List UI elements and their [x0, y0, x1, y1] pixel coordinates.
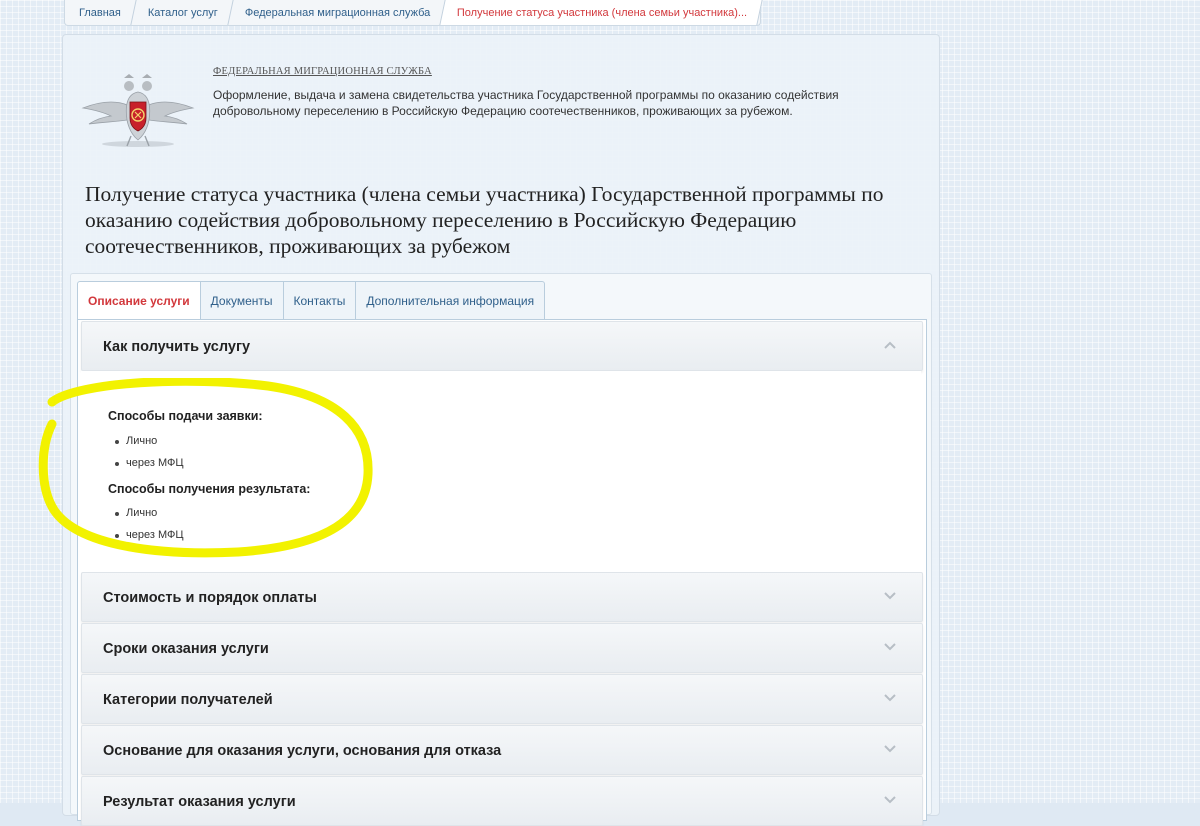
tab-documents[interactable]: Документы: [200, 281, 284, 320]
accordion-title: Основание для оказания услуги, основания…: [103, 743, 502, 759]
breadcrumb: Главная Каталог услуг Федеральная миграц…: [64, 0, 763, 26]
list-item: через МФЦ: [114, 457, 184, 469]
accordion-result[interactable]: Результат оказания услуги: [81, 776, 923, 826]
breadcrumb-fms[interactable]: Федеральная миграционная служба: [227, 0, 445, 25]
chevron-down-icon: [884, 745, 896, 753]
tab-contacts[interactable]: Контакты: [283, 281, 357, 320]
accordion-terms[interactable]: Сроки оказания услуги: [81, 623, 923, 673]
accordion-cost[interactable]: Стоимость и порядок оплаты: [81, 572, 923, 622]
chevron-down-icon: [884, 592, 896, 600]
org-description: Оформление, выдача и замена свидетельств…: [213, 88, 839, 118]
chevron-down-icon: [884, 694, 896, 702]
accordion-how-to-get-body: [81, 371, 921, 571]
list-item: Лично: [114, 435, 158, 447]
breadcrumb-current: Получение статуса участника (члена семьи…: [439, 0, 763, 25]
list-item: Лично: [114, 507, 158, 519]
accordion-title: Сроки оказания услуги: [103, 641, 269, 657]
fms-eagle-emblem-icon: [81, 74, 195, 147]
breadcrumb-home[interactable]: Главная: [65, 0, 133, 25]
list-item: через МФЦ: [114, 529, 184, 541]
accordion-grounds[interactable]: Основание для оказания услуги, основания…: [81, 725, 923, 775]
accordion-title: Результат оказания услуги: [103, 794, 296, 810]
accordion-how-to-get[interactable]: Как получить услугу: [81, 321, 923, 371]
page-title: Получение статуса участника (члена семьи…: [85, 182, 884, 258]
org-link[interactable]: ФЕДЕРАЛЬНАЯ МИГРАЦИОННАЯ СЛУЖБА: [213, 66, 432, 77]
accordion-title: Как получить услугу: [103, 339, 251, 355]
accordion-recipients[interactable]: Категории получателей: [81, 674, 923, 724]
chevron-up-icon: [884, 341, 896, 349]
chevron-down-icon: [884, 643, 896, 651]
result-methods-heading: Способы получения результата:: [108, 482, 311, 496]
service-tabs: Описание услуги Документы Контакты Допол…: [77, 281, 546, 320]
tab-additional-info[interactable]: Дополнительная информация: [356, 281, 546, 320]
accordion-title: Стоимость и порядок оплаты: [103, 590, 317, 606]
accordion-title: Категории получателей: [103, 692, 273, 708]
tab-description[interactable]: Описание услуги: [77, 281, 201, 320]
breadcrumb-catalog[interactable]: Каталог услуг: [130, 0, 233, 25]
submit-methods-heading: Способы подачи заявки:: [108, 409, 263, 423]
